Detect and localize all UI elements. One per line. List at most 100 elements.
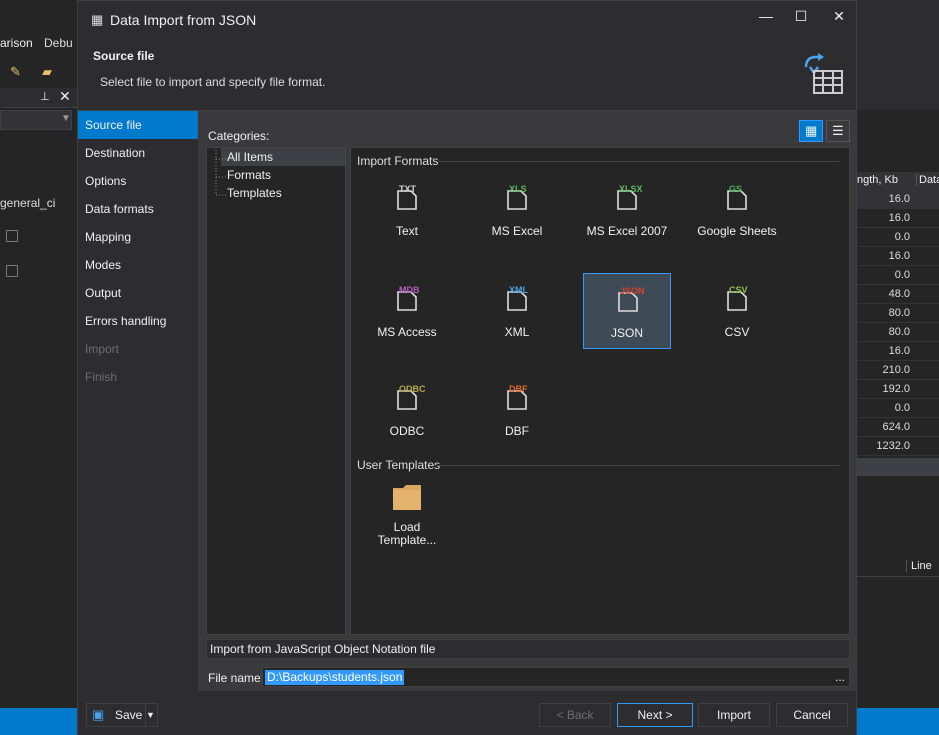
save-dropdown-arrow[interactable]: ▼	[145, 704, 159, 726]
format-tile-json[interactable]: JSON JSON	[583, 273, 671, 349]
load-template-tile[interactable]: Load Template...	[363, 480, 451, 560]
nav-item-data-formats[interactable]: Data formats	[78, 195, 198, 223]
format-label: MS Excel 2007	[586, 224, 668, 238]
format-tile-gs[interactable]: GS Google Sheets	[693, 172, 781, 248]
import-button[interactable]: Import	[698, 703, 770, 727]
collation-field: general_ci	[0, 196, 56, 210]
format-label: DBF	[505, 424, 529, 438]
table-row[interactable]: 16.0	[857, 190, 939, 209]
nav-item-mapping[interactable]: Mapping	[78, 223, 198, 251]
length-cell: 16.0	[888, 212, 910, 224]
csv-file-icon: CSV	[727, 285, 748, 311]
table-row[interactable]: 0.0	[857, 228, 939, 247]
background-dropdown[interactable]: ▼	[0, 110, 72, 130]
format-tile-txt[interactable]: TXT Text	[363, 172, 451, 248]
format-tag: ODBC	[399, 384, 426, 394]
table-row[interactable]: 0.0	[857, 399, 939, 418]
json-file-icon: JSON	[618, 286, 645, 312]
table-icon: ▦	[91, 12, 104, 27]
save-label: Save	[115, 708, 143, 722]
next-button[interactable]: Next >	[617, 703, 693, 727]
minimize-button[interactable]: —	[753, 7, 779, 27]
menu-item-debug[interactable]: Debu	[44, 36, 73, 50]
group-import-formats: Import Formats	[357, 154, 439, 168]
format-label: MS Access	[377, 325, 437, 339]
format-label: Google Sheets	[697, 224, 777, 238]
table-row[interactable]: 16.0	[857, 247, 939, 266]
list-view-button[interactable]: ☰	[826, 120, 850, 142]
table-row[interactable]: 16.0	[857, 342, 939, 361]
length-cell: 48.0	[888, 288, 910, 300]
new-icon[interactable]: ✎	[10, 64, 26, 80]
pin-icon[interactable]: ⊥	[40, 90, 50, 103]
checkbox[interactable]	[6, 230, 18, 242]
format-tag: XLSX	[619, 184, 643, 194]
maximize-button[interactable]: ☐	[788, 7, 814, 27]
import-dialog: ▦ Data Import from JSON — ☐ ✕ Source fil…	[77, 0, 857, 735]
checkbox[interactable]	[6, 265, 18, 277]
format-description: Import from JavaScript Object Notation f…	[206, 639, 850, 659]
length-cell: 624.0	[882, 421, 910, 433]
grid-header-data[interactable]: Data	[916, 174, 939, 186]
format-tag: XLS	[509, 184, 527, 194]
table-row[interactable]: 624.0	[857, 418, 939, 437]
format-tile-xlsx[interactable]: XLSX MS Excel 2007	[583, 172, 671, 248]
grid-scroll-row	[857, 458, 939, 476]
table-row[interactable]: 210.0	[857, 361, 939, 380]
nav-item-source-file[interactable]: Source file	[78, 111, 198, 139]
length-cell: 0.0	[894, 402, 910, 414]
table-row[interactable]: 48.0	[857, 285, 939, 304]
browse-button[interactable]: ...	[835, 668, 845, 686]
format-tile-mdb[interactable]: MDB MS Access	[363, 273, 451, 349]
nav-item-import: Import	[85, 342, 120, 356]
file-name-input[interactable]: D:\Backups\students.json ...	[262, 667, 850, 687]
format-tag: TXT	[399, 184, 416, 194]
line-column-header[interactable]: Line	[906, 560, 932, 572]
format-label: MS Excel	[491, 224, 543, 238]
length-cell: 210.0	[882, 364, 910, 376]
table-row[interactable]: 0.0	[857, 266, 939, 285]
table-row[interactable]: 80.0	[857, 323, 939, 342]
nav-item-destination[interactable]: Destination	[78, 139, 198, 167]
save-button[interactable]: ▣ Save ▼	[86, 703, 158, 727]
format-tile-csv[interactable]: CSV CSV	[693, 273, 781, 349]
tree-item-templates[interactable]: Templates	[227, 184, 282, 202]
format-tile-xml[interactable]: XML XML	[473, 273, 561, 349]
list-view-icon: ☰	[832, 123, 844, 138]
format-tile-odbc[interactable]: ODBC ODBC	[363, 372, 451, 448]
wizard-nav: Source file Destination Options Data format…	[78, 111, 198, 691]
back-button[interactable]: < Back	[539, 703, 611, 727]
table-row[interactable]: 1232.0	[857, 437, 939, 456]
close-icon[interactable]: ✕	[59, 88, 71, 105]
dbf-file-icon: DBF	[507, 384, 528, 410]
background-menu: arison	[0, 36, 33, 50]
table-row[interactable]: 192.0	[857, 380, 939, 399]
odbc-file-icon: ODBC	[397, 384, 426, 410]
format-tag: XML	[509, 285, 528, 295]
grid-view-icon: ▦	[805, 123, 818, 138]
file-name-value: D:\Backups\students.json	[265, 670, 405, 685]
grid-header-length[interactable]: ngth, Kb	[857, 174, 898, 186]
table-row[interactable]: 16.0	[857, 209, 939, 228]
mdb-file-icon: MDB	[397, 285, 420, 311]
open-folder-icon[interactable]: ▰	[42, 64, 60, 80]
tree-item-formats[interactable]: Formats	[227, 166, 271, 184]
nav-item-options[interactable]: Options	[78, 167, 198, 195]
menu-item-comparison[interactable]: arison	[0, 36, 33, 50]
length-cell: 0.0	[894, 269, 910, 281]
folder-icon	[393, 484, 421, 510]
format-tile-xls[interactable]: XLS MS Excel	[473, 172, 561, 248]
table-row[interactable]: 80.0	[857, 304, 939, 323]
cancel-button[interactable]: Cancel	[776, 703, 848, 727]
nav-item-errors-handling[interactable]: Errors handling	[78, 307, 198, 335]
large-icons-view-button[interactable]: ▦	[799, 120, 823, 142]
group-divider	[435, 465, 839, 466]
format-tag: GS	[729, 184, 743, 194]
nav-item-modes[interactable]: Modes	[78, 251, 198, 279]
dialog-header: Source file Select file to import and sp…	[78, 39, 856, 111]
step-title: Source file	[93, 49, 155, 63]
close-button[interactable]: ✕	[826, 7, 852, 27]
format-tile-dbf[interactable]: DBF DBF	[473, 372, 561, 448]
tree-item-all-items[interactable]: All Items	[221, 148, 345, 166]
nav-item-output[interactable]: Output	[78, 279, 198, 307]
